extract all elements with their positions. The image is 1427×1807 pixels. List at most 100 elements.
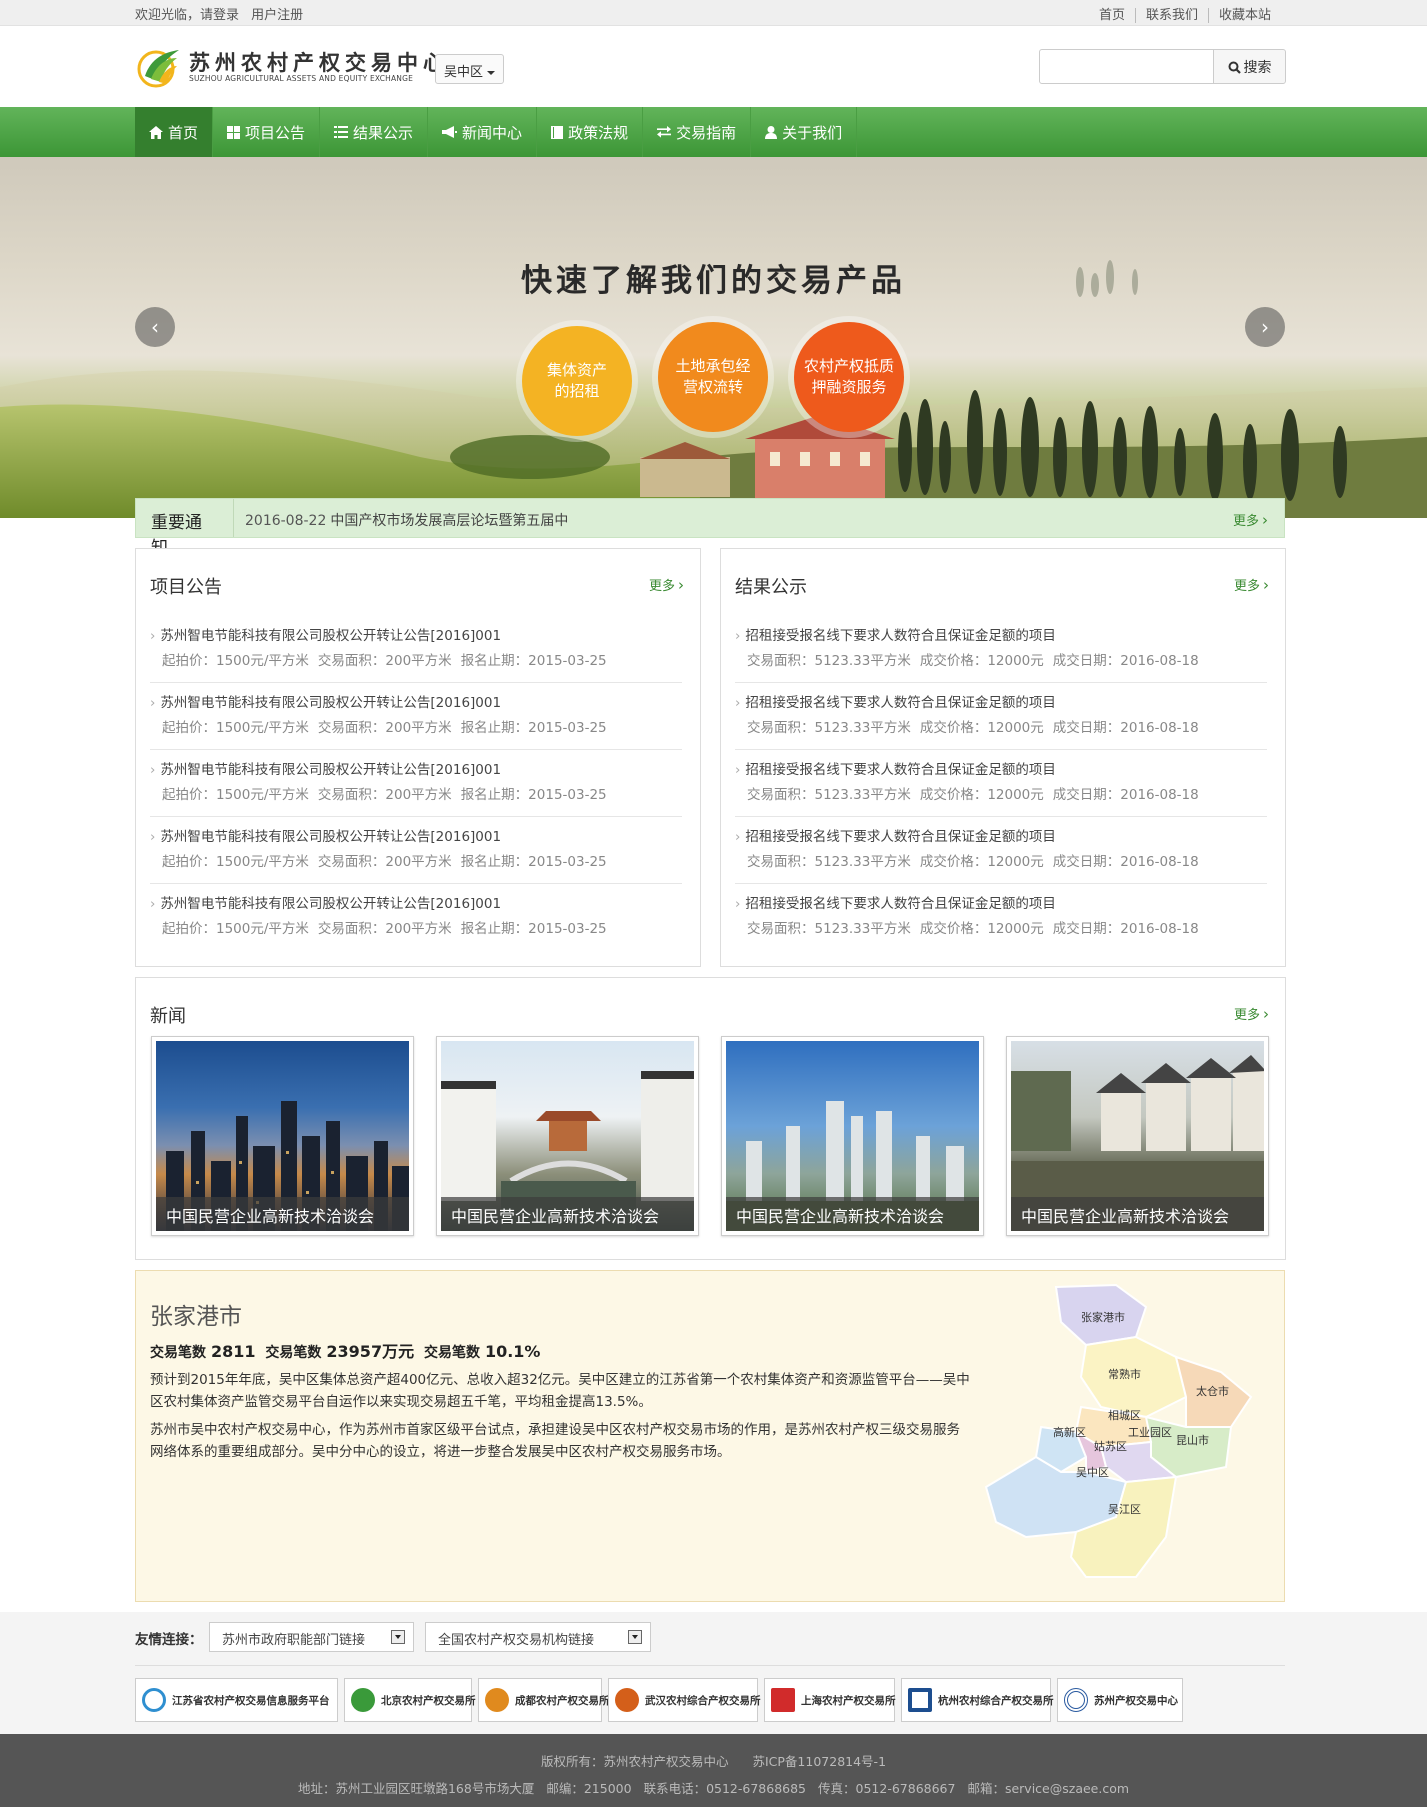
- item-details: 交易面积：5123.33平方米 成交价格：12000元 成交日期：2016-08-1…: [747, 720, 1199, 736]
- nav-item-projects[interactable]: 项目公告: [213, 107, 321, 157]
- partner-logo-hangzhou[interactable]: 杭州农村综合产权交易所: [901, 1678, 1054, 1722]
- svg-text:工业园区: 工业园区: [1128, 1426, 1172, 1439]
- list-item[interactable]: 苏州智电节能科技有限公司股权公开转让公告[2016]001 起拍价：1500元/…: [150, 616, 682, 683]
- nav-item-news[interactable]: 新闻中心: [428, 107, 538, 157]
- panel-title: 新闻: [150, 1006, 186, 1027]
- item-title: 招租接受报名线下要求人数符合且保证金足额的项目: [735, 892, 1056, 912]
- product-circle-land[interactable]: 土地承包经 营权流转: [658, 322, 768, 432]
- item-details: 起拍价：1500元/平方米 交易面积：200平方米 报名止期：2015-03-25: [162, 720, 607, 736]
- district-value: 吴中区: [444, 65, 484, 80]
- svg-text:吴江区: 吴江区: [1108, 1503, 1141, 1516]
- nav-item-home[interactable]: 首页: [135, 107, 214, 157]
- notice-date: 2016-08-22: [245, 513, 327, 529]
- news-card[interactable]: 中国民营企业高新技术洽谈会: [151, 1036, 414, 1236]
- list-item[interactable]: 招租接受报名线下要求人数符合且保证金足额的项目 交易面积：5123.33平方米成…: [735, 750, 1267, 817]
- nav-item-label: 结果公示: [353, 123, 414, 142]
- notice-link[interactable]: 2016-08-22 中国产权市场发展高层论坛暨第五届中: [245, 510, 568, 530]
- list-item[interactable]: 招租接受报名线下要求人数符合且保证金足额的项目 交易面积：5123.33平方米成…: [735, 817, 1267, 884]
- item-title: 苏州智电节能科技有限公司股权公开转让公告[2016]001: [150, 691, 501, 711]
- news-caption: 中国民营企业高新技术洽谈会: [726, 1197, 979, 1231]
- product-circle-assets[interactable]: 集体资产 的招租: [522, 326, 632, 436]
- item-title: 招租接受报名线下要求人数符合且保证金足额的项目: [735, 825, 1056, 845]
- exchange-links-select[interactable]: 全国农村产权交易机构链接: [425, 1622, 651, 1652]
- news-card[interactable]: 中国民营企业高新技术洽谈会: [1006, 1036, 1269, 1236]
- news-image-city-night: 中国民营企业高新技术洽谈会: [156, 1041, 409, 1231]
- hero-banner: 快速了解我们的交易产品 集体资产 的招租 土地承包经 营权流转 农村产权抵质 押融资服…: [0, 157, 1427, 518]
- login-link[interactable]: 欢迎光临，请登录: [135, 8, 239, 23]
- banner-next-button[interactable]: ›: [1245, 307, 1285, 347]
- partner-logo-suzhou[interactable]: 苏州产权交易中心: [1057, 1678, 1183, 1722]
- stats-numbers: 交易笔数 2811 交易笔数 23957万元 交易笔数 10.1%: [150, 1342, 541, 1361]
- list-item[interactable]: 招租接受报名线下要求人数符合且保证金足额的项目 交易面积：5123.33平方米成…: [735, 683, 1267, 750]
- site-footer: 版权所有：苏州农村产权交易中心 苏ICP备11072814号-1 地址：苏州工业园…: [0, 1734, 1427, 1807]
- list-item[interactable]: 苏州智电节能科技有限公司股权公开转让公告[2016]001 起拍价：1500元/…: [150, 750, 682, 817]
- list-item[interactable]: 苏州智电节能科技有限公司股权公开转让公告[2016]001 起拍价：1500元/…: [150, 817, 682, 884]
- list-item[interactable]: 招租接受报名线下要求人数符合且保证金足额的项目 交易面积：5123.33平方米成…: [735, 616, 1267, 683]
- results-panel: 结果公示 更多 招租接受报名线下要求人数符合且保证金足额的项目 交易面积：512…: [720, 548, 1286, 967]
- list-icon: [334, 126, 349, 138]
- partner-logo-beijing[interactable]: 北京农村产权交易所: [344, 1678, 476, 1722]
- news-caption: 中国民营企业高新技术洽谈会: [156, 1197, 409, 1231]
- main-nav: 首页 项目公告 结果公示 新闻中心 政策法规 交易指南 关于我们: [0, 107, 1427, 157]
- top-link-home[interactable]: 首页: [1089, 8, 1135, 23]
- logo-subtitle: SUZHOU AGRICULTURAL ASSETS AND EQUITY EX…: [189, 74, 414, 83]
- list-item[interactable]: 苏州智电节能科技有限公司股权公开转让公告[2016]001 起拍价：1500元/…: [150, 683, 682, 750]
- chengdu-logo-icon: [485, 1688, 509, 1712]
- news-image-canal: 中国民营企业高新技术洽谈会: [1011, 1041, 1264, 1231]
- dropdown-arrow-icon: [391, 1630, 405, 1644]
- select-value: 全国农村产权交易机构链接: [438, 1633, 595, 1648]
- news-image-water-town: 中国民营企业高新技术洽谈会: [441, 1041, 694, 1231]
- welcome-area: 欢迎光临，请登录 用户注册: [135, 4, 311, 23]
- partner-logo-wuhan[interactable]: 武汉农村综合产权交易所: [608, 1678, 761, 1722]
- item-title: 苏州智电节能科技有限公司股权公开转让公告[2016]001: [150, 825, 501, 845]
- caret-down-icon: [487, 70, 496, 75]
- site-logo[interactable]: 苏州农村产权交易中心 SUZHOU AGRICULTURAL ASSETS AN…: [135, 44, 444, 90]
- notice-more-link[interactable]: 更多: [1233, 510, 1268, 529]
- partner-logo-jiangsu[interactable]: 江苏省农村产权交易信息服务平台: [135, 1678, 338, 1722]
- grid-icon: [227, 125, 241, 139]
- banner-prev-button[interactable]: ‹: [135, 307, 175, 347]
- news-caption: 中国民营企业高新技术洽谈会: [1011, 1197, 1264, 1231]
- nav-item-policy[interactable]: 政策法规: [537, 107, 644, 157]
- district-dropdown[interactable]: 吴中区: [435, 54, 504, 84]
- news-card[interactable]: 中国民营企业高新技术洽谈会: [721, 1036, 984, 1236]
- news-card[interactable]: 中国民营企业高新技术洽谈会: [436, 1036, 699, 1236]
- list-item[interactable]: 招租接受报名线下要求人数符合且保证金足额的项目 交易面积：5123.33平方米成…: [735, 884, 1267, 951]
- item-details: 起拍价：1500元/平方米 交易面积：200平方米 报名止期：2015-03-25: [162, 921, 607, 937]
- circle-line: 农村产权抵质: [803, 357, 894, 375]
- banner-title: 快速了解我们的交易产品: [521, 263, 906, 299]
- top-link-contact[interactable]: 联系我们: [1134, 8, 1208, 23]
- footer-icp[interactable]: 苏ICP备11072814号-1: [752, 1754, 886, 1769]
- nav-item-about[interactable]: 关于我们: [751, 107, 858, 157]
- svg-text:高新区: 高新区: [1053, 1425, 1086, 1439]
- product-circle-finance[interactable]: 农村产权抵质 押融资服务: [794, 322, 904, 432]
- notice-text: 中国产权市场发展高层论坛暨第五届中: [330, 513, 569, 529]
- partner-logo-chengdu[interactable]: 成都农村产权交易所: [478, 1678, 610, 1722]
- news-more-link[interactable]: 更多: [1234, 1004, 1269, 1023]
- city-name: 张家港市: [150, 1304, 242, 1330]
- friend-links-bar: 友情连接： 苏州市政府职能部门链接 全国农村产权交易机构链接 江苏省农村产权交易…: [0, 1612, 1427, 1734]
- item-details: 交易面积：5123.33平方米 成交价格：12000元 成交日期：2016-08-1…: [747, 921, 1199, 937]
- results-more-link[interactable]: 更多: [1234, 575, 1269, 594]
- svg-text:吴中区: 吴中区: [1076, 1466, 1109, 1479]
- top-link-bookmark[interactable]: 收藏本站: [1207, 8, 1281, 23]
- nav-item-guide[interactable]: 交易指南: [643, 107, 752, 157]
- register-link[interactable]: 用户注册: [251, 8, 303, 23]
- svg-text:常熟市: 常熟市: [1108, 1367, 1141, 1381]
- gov-links-select[interactable]: 苏州市政府职能部门链接: [209, 1622, 414, 1652]
- item-details: 起拍价：1500元/平方米 交易面积：200平方米 报名止期：2015-03-25: [162, 653, 607, 669]
- list-item[interactable]: 苏州智电节能科技有限公司股权公开转让公告[2016]001 起拍价：1500元/…: [150, 884, 682, 951]
- partner-logo-shanghai[interactable]: 上海农村产权交易所: [764, 1678, 896, 1722]
- dropdown-arrow-icon: [628, 1630, 642, 1644]
- stats-paragraph-1: 预计到2015年年底，吴中区集体总资产超400亿元、总收入超32亿元。吴中区建立…: [150, 1372, 970, 1410]
- nav-item-results[interactable]: 结果公示: [320, 107, 429, 157]
- panel-title: 结果公示: [735, 577, 807, 598]
- megaphone-icon: [442, 126, 458, 138]
- projects-more-link[interactable]: 更多: [649, 575, 684, 594]
- svg-text:昆山市: 昆山市: [1176, 1433, 1209, 1447]
- user-icon: [765, 125, 778, 139]
- search-button[interactable]: 搜索: [1213, 49, 1286, 84]
- search-input[interactable]: [1039, 49, 1214, 84]
- suzhou-region-map: 张家港市 常熟市 太仓市 相城区 工业园区 高新区 姑苏区 昆山市 吴中区 吴江…: [984, 1283, 1253, 1578]
- footer-email[interactable]: 邮箱：service@szaee.com: [967, 1781, 1129, 1796]
